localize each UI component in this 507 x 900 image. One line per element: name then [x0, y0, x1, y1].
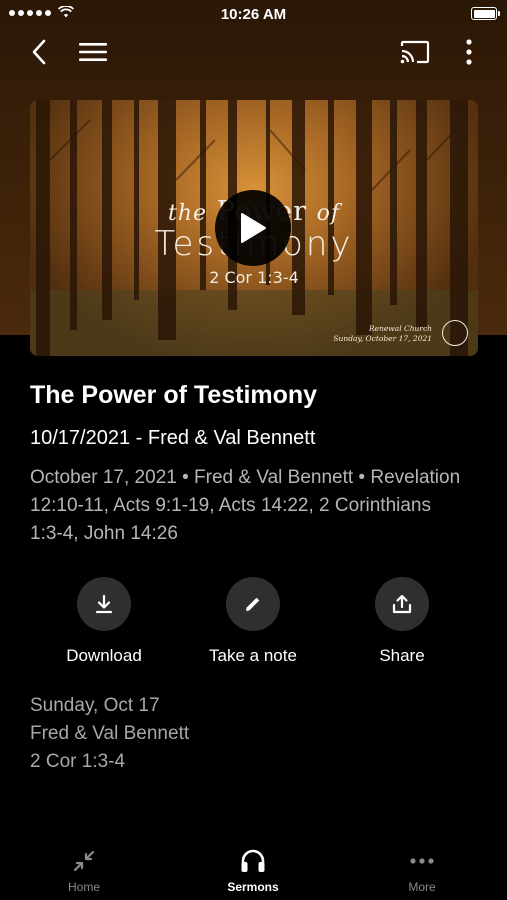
- sermon-subtitle: 10/17/2021 - Fred & Val Bennett: [30, 427, 316, 449]
- tab-home[interactable]: Home: [24, 838, 144, 900]
- pencil-icon: [246, 597, 260, 611]
- collapse-arrows-icon: [73, 850, 95, 872]
- play-button[interactable]: [215, 190, 291, 266]
- ellipsis-icon: [410, 858, 434, 864]
- take-note-button[interactable]: Take a note: [178, 577, 328, 666]
- back-button[interactable]: [22, 35, 56, 69]
- play-icon: [241, 213, 266, 243]
- cast-icon: [400, 40, 430, 64]
- detail-date: Sunday, Oct 17: [30, 695, 160, 716]
- sermon-details: Sunday, Oct 17 Fred & Val Bennett 2 Cor …: [30, 692, 189, 776]
- take-note-label: Take a note: [209, 646, 297, 665]
- tab-bar: Home Sermons More: [0, 838, 507, 900]
- artwork-reference: 2 Cor 1:3-4: [209, 268, 299, 287]
- detail-reference: 2 Cor 1:3-4: [30, 751, 126, 772]
- download-label: Download: [66, 646, 142, 665]
- share-icon: [392, 594, 412, 614]
- menu-button[interactable]: [76, 35, 110, 69]
- download-icon: [95, 594, 113, 614]
- battery-icon: [471, 7, 500, 20]
- share-button[interactable]: Share: [327, 577, 477, 666]
- more-options-button[interactable]: [452, 35, 486, 69]
- download-button[interactable]: Download: [29, 577, 179, 666]
- tab-sermons-label: Sermons: [227, 880, 279, 894]
- sermon-title: The Power of Testimony: [30, 381, 318, 409]
- chevron-left-icon: [32, 39, 46, 65]
- detail-speaker: Fred & Val Bennett: [30, 723, 190, 744]
- status-bar: 10:26 AM: [0, 0, 507, 28]
- church-logo-icon: [442, 320, 468, 346]
- cast-button[interactable]: [398, 35, 432, 69]
- tab-home-label: Home: [67, 880, 100, 894]
- hamburger-menu-icon: [79, 43, 107, 61]
- tab-more-label: More: [408, 880, 436, 894]
- vertical-ellipsis-icon: [466, 39, 472, 65]
- tab-more[interactable]: More: [362, 838, 482, 900]
- headphones-icon: [241, 849, 265, 872]
- status-time: 10:26 AM: [220, 6, 287, 23]
- artwork-church-info: Renewal Church Sunday, October 17, 2021: [333, 324, 432, 343]
- sermon-metadata: October 17, 2021 • Fred & Val Bennett • …: [30, 467, 461, 544]
- share-label: Share: [379, 646, 425, 665]
- tab-sermons[interactable]: Sermons: [193, 838, 313, 900]
